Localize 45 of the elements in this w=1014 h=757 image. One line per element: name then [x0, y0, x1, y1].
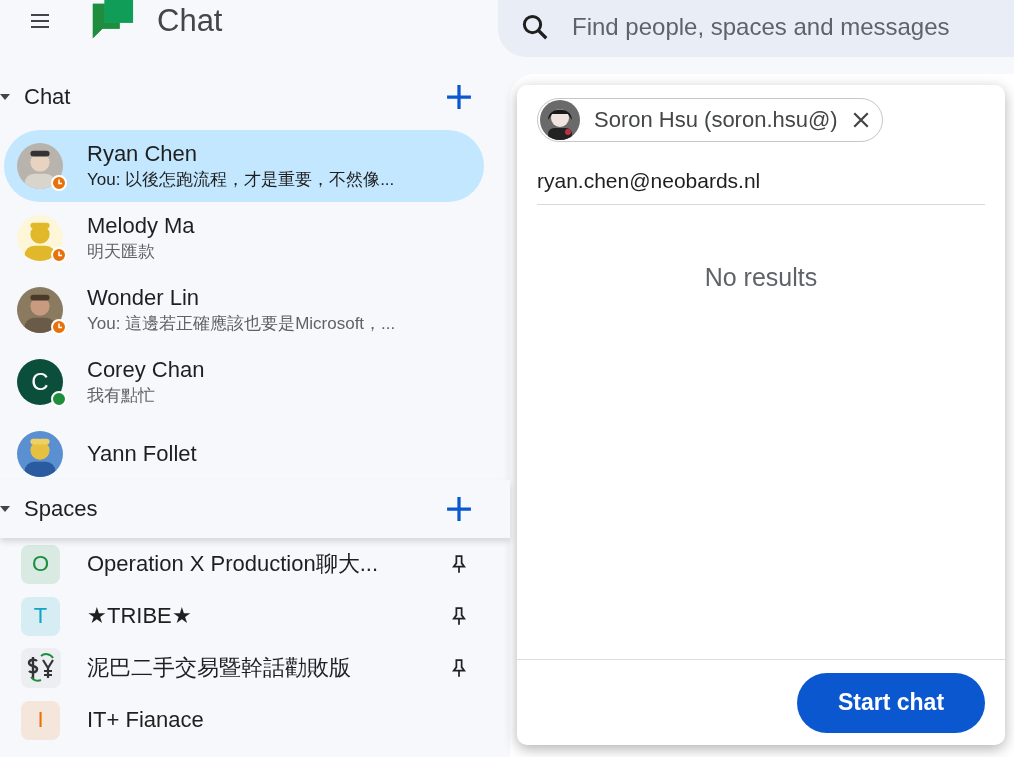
- message-preview: 我有點忙: [87, 385, 156, 407]
- add-icon[interactable]: [446, 84, 472, 110]
- space-item[interactable]: 泥巴二手交易暨幹話勸敗版: [21, 642, 466, 694]
- start-chat-button[interactable]: Start chat: [797, 672, 985, 733]
- space-item[interactable]: O Operation X Production聊大...: [21, 538, 466, 590]
- space-name: ★TRIBE★: [87, 603, 193, 629]
- empty-message: No results: [703, 263, 819, 293]
- currency-exchange-icon: [21, 648, 61, 688]
- space-avatar: I: [21, 700, 60, 740]
- chip-label: Soron Hsu (soron.hsu@): [594, 107, 838, 133]
- collapse-caret-icon[interactable]: [0, 506, 10, 512]
- search-bar[interactable]: Find people, spaces and messages: [498, 0, 1014, 57]
- space-item[interactable]: I IT+ Fianace: [21, 694, 466, 746]
- space-name: 泥巴二手交易暨幹話勸敗版: [87, 654, 352, 682]
- space-item[interactable]: T ★TRIBE★: [21, 590, 466, 642]
- recipient-input[interactable]: ryan.chen@neobards.nl: [537, 158, 985, 205]
- contact-name: Melody Ma: [87, 212, 195, 240]
- contact-name: Yann Follet: [87, 440, 197, 468]
- section-title: Chat: [24, 84, 72, 110]
- section-title: Spaces: [24, 496, 99, 522]
- space-name: IT+ Fianace: [87, 707, 205, 733]
- collapse-caret-icon[interactable]: [0, 94, 10, 100]
- space-avatar: T: [21, 596, 60, 636]
- close-icon[interactable]: [851, 111, 870, 129]
- chat-item[interactable]: Melody Ma 明天匯款: [4, 202, 484, 274]
- space-name: Operation X Production聊大...: [87, 550, 380, 578]
- avatar: C: [17, 359, 63, 405]
- contact-name: Ryan Chen: [87, 140, 199, 168]
- chat-item[interactable]: C Corey Chan 我有點忙: [4, 346, 484, 418]
- search-field[interactable]: Find people, spaces and messages: [570, 12, 1014, 42]
- pin-icon[interactable]: [452, 659, 466, 677]
- space-avatar: O: [21, 544, 60, 584]
- pin-icon[interactable]: [452, 607, 466, 625]
- chat-item[interactable]: Wonder Lin You: 這邊若正確應該也要是Microsoft，...: [4, 274, 484, 346]
- chat-item[interactable]: Yann Follet: [4, 418, 484, 480]
- message-preview: You: 以後怎跑流程，才是重要，不然像...: [87, 169, 395, 191]
- search-icon: [520, 12, 550, 42]
- add-icon[interactable]: [446, 496, 472, 522]
- contact-name: Wonder Lin: [87, 284, 201, 312]
- contact-name: Corey Chan: [87, 356, 205, 384]
- message-preview: 明天匯款: [87, 241, 156, 263]
- app-title: Chat: [157, 3, 223, 39]
- message-preview: You: 這邊若正確應該也要是Microsoft，...: [87, 313, 396, 335]
- chat-item[interactable]: Ryan Chen You: 以後怎跑流程，才是重要，不然像...: [4, 130, 484, 202]
- pin-icon[interactable]: [452, 555, 466, 573]
